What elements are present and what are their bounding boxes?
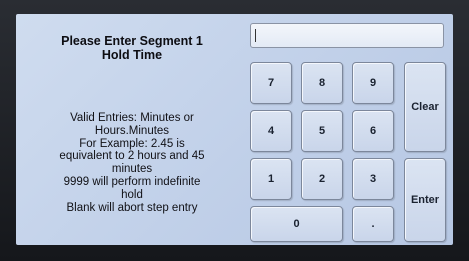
clear-button[interactable]: Clear (404, 62, 446, 152)
key-5-button[interactable]: 5 (301, 110, 343, 152)
key-9-button[interactable]: 9 (352, 62, 394, 104)
info-line: minutes (111, 163, 153, 176)
title-line-1: Please Enter Segment 1 (61, 34, 203, 48)
info-line: Hours.Minutes (94, 124, 170, 137)
hold-time-input[interactable] (250, 23, 444, 48)
page-title: Please Enter Segment 1 Hold Time (22, 34, 242, 62)
key-3-button[interactable]: 3 (352, 158, 394, 200)
touch-screen: Please Enter Segment 1 Hold Time Valid E… (16, 14, 453, 245)
key-6-button[interactable]: 6 (352, 110, 394, 152)
info-line: Valid Entries: Minutes or (70, 112, 194, 124)
enter-button[interactable]: Enter (404, 158, 446, 242)
title-line-2: Hold Time (101, 48, 163, 62)
info-line: hold (121, 188, 143, 201)
key-4-button[interactable]: 4 (250, 110, 292, 152)
key-8-button[interactable]: 8 (301, 62, 343, 104)
text-cursor (255, 29, 256, 42)
key-2-button[interactable]: 2 (301, 158, 343, 200)
key-7-button[interactable]: 7 (250, 62, 292, 104)
info-line: Blank will abort step entry (66, 201, 198, 214)
info-line: For Example: 2.45 is (79, 137, 185, 150)
instructions-text: Valid Entries: Minutes or Hours.Minutes … (22, 112, 242, 214)
key-1-button[interactable]: 1 (250, 158, 292, 200)
key-decimal-button[interactable]: . (352, 206, 394, 242)
info-line: 9999 will perform indefinite (63, 175, 201, 188)
info-line: equivalent to 2 hours and 45 (59, 150, 205, 163)
key-0-button[interactable]: 0 (250, 206, 343, 242)
